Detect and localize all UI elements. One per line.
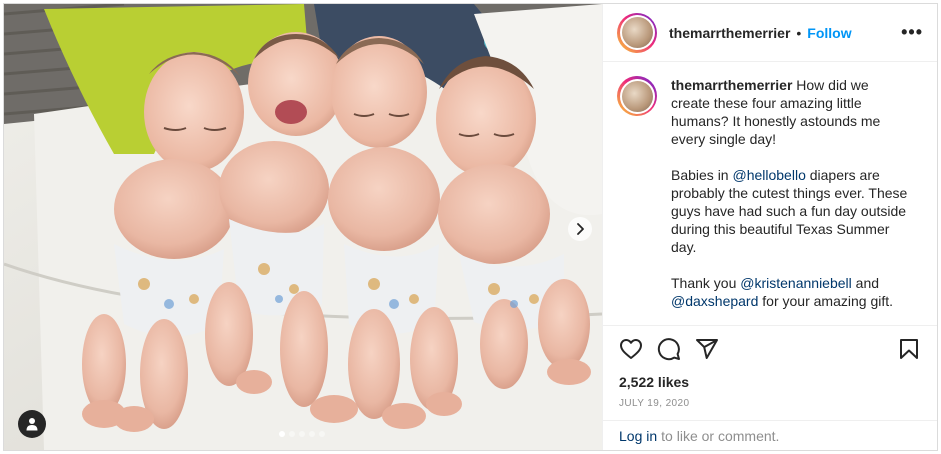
- separator-dot: •: [796, 24, 802, 41]
- carousel-dot: [309, 431, 315, 437]
- next-slide-button[interactable]: [568, 217, 592, 241]
- caption-username-link[interactable]: themarrthemerrier: [671, 77, 792, 93]
- user-tag-icon: [26, 418, 38, 431]
- caption-text: Babies in: [671, 167, 729, 183]
- comment-button[interactable]: [657, 337, 681, 361]
- login-prompt-text: to like or comment.: [661, 427, 780, 444]
- heart-icon: [620, 339, 642, 359]
- avatar[interactable]: [617, 12, 657, 53]
- caption-section[interactable]: themarrthemerrier How did we create thes…: [603, 62, 937, 326]
- caption-avatar[interactable]: [617, 76, 657, 116]
- carousel-dot: [289, 431, 295, 437]
- mention-link-hellobello[interactable]: @hellobello: [732, 167, 805, 183]
- caption-text: for your amazing gift.: [762, 293, 894, 309]
- post-side-panel: themarrthemerrier • Follow ••• themarrth…: [602, 4, 937, 450]
- tagged-users-button[interactable]: [18, 410, 46, 438]
- login-prompt: Log in to like or comment.: [603, 420, 937, 450]
- carousel-dot: [319, 431, 325, 437]
- action-bar: [603, 326, 937, 372]
- comment-icon: [657, 338, 680, 361]
- babies-photo-image: [4, 4, 602, 450]
- carousel-dot-active: [279, 431, 285, 437]
- likes-count[interactable]: 2,522 likes: [603, 374, 937, 390]
- username-link[interactable]: themarrthemerrier: [669, 25, 790, 41]
- avatar-image: [621, 17, 653, 48]
- bookmark-icon: [900, 339, 918, 359]
- carousel-indicator: [279, 431, 325, 437]
- like-button[interactable]: [619, 337, 643, 361]
- caption-text: Thank you: [671, 275, 737, 291]
- post-header: themarrthemerrier • Follow •••: [603, 4, 937, 62]
- login-link[interactable]: Log in: [619, 428, 657, 444]
- share-icon: [696, 339, 718, 359]
- post-caption: themarrthemerrier How did we create thes…: [671, 76, 911, 325]
- caption-text: and: [855, 275, 880, 291]
- follow-button[interactable]: Follow: [807, 25, 851, 41]
- chevron-right-icon: [577, 223, 584, 235]
- mention-link-kristenanniebell[interactable]: @kristenanniebell: [740, 275, 852, 291]
- share-button[interactable]: [695, 337, 719, 361]
- save-button[interactable]: [897, 337, 921, 361]
- avatar-image: [621, 80, 653, 112]
- instagram-post-embed: themarrthemerrier • Follow ••• themarrth…: [3, 3, 938, 451]
- mention-link-daxshepard[interactable]: @daxshepard: [671, 293, 758, 309]
- more-options-icon[interactable]: •••: [901, 22, 923, 43]
- post-photo[interactable]: [4, 4, 602, 450]
- post-date: JULY 19, 2020: [619, 398, 690, 409]
- carousel-dot: [299, 431, 305, 437]
